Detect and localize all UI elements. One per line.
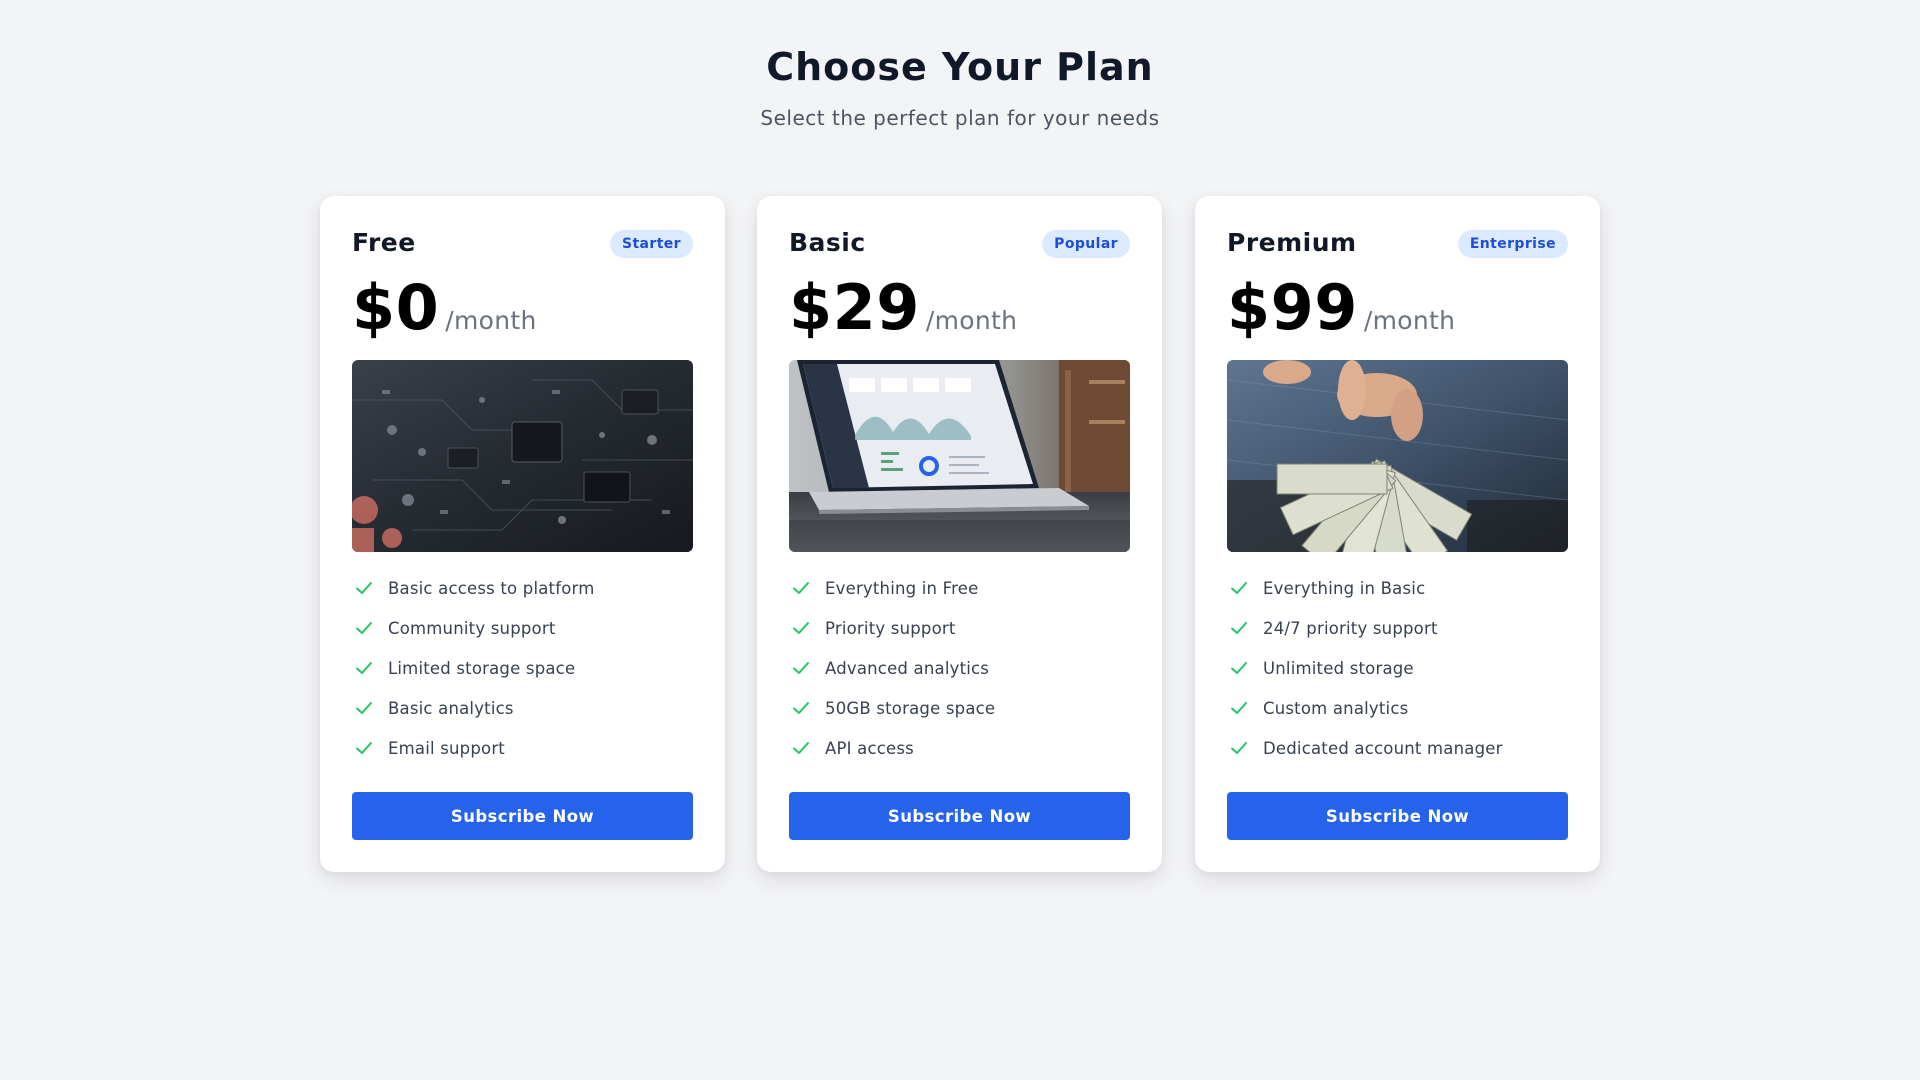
feature-label: Custom analytics [1263, 698, 1409, 718]
feature-item: Unlimited storage [1227, 648, 1568, 688]
feature-label: Everything in Free [825, 578, 979, 598]
laptop-dashboard-graphic [789, 360, 1130, 552]
feature-item: Basic access to platform [352, 568, 693, 608]
plan-card-basic: Basic Popular $29 /month Everything in F… [757, 196, 1162, 872]
circuit-board-graphic [352, 360, 693, 552]
check-icon [1231, 662, 1247, 674]
feature-item: Everything in Free [789, 568, 1130, 608]
feature-item: Community support [352, 608, 693, 648]
price-row: $99 /month [1227, 272, 1455, 344]
plan-price: $99 [1227, 271, 1358, 344]
check-icon [356, 662, 372, 674]
plan-name: Free [352, 228, 416, 257]
feature-label: Unlimited storage [1263, 658, 1414, 678]
price-row: $0 /month [352, 272, 537, 344]
check-icon [1231, 742, 1247, 754]
plan-price: $0 [352, 271, 440, 344]
feature-label: 24/7 priority support [1263, 618, 1438, 638]
feature-label: Email support [388, 738, 505, 758]
price-row: $29 /month [789, 272, 1017, 344]
circuit-board-image [352, 360, 693, 552]
laptop-dashboard-image [789, 360, 1130, 552]
cash-in-hands-image [1227, 360, 1568, 552]
page-subtitle: Select the perfect plan for your needs [760, 106, 1160, 130]
feature-item: Priority support [789, 608, 1130, 648]
check-icon [1231, 702, 1247, 714]
feature-list: Everything in Basic 24/7 priority suppor… [1227, 568, 1568, 768]
feature-label: Priority support [825, 618, 956, 638]
plan-badge: Enterprise [1457, 230, 1568, 258]
check-icon [793, 742, 809, 754]
subscribe-button-free[interactable]: Subscribe Now [352, 792, 693, 840]
plan-badge: Starter [609, 230, 693, 258]
pricing-cards: Free Starter $0 /month Basic access to p… [320, 196, 1600, 872]
feature-item: Email support [352, 728, 693, 768]
plan-card-premium: Premium Enterprise $99 /month Everything… [1195, 196, 1600, 872]
feature-label: Advanced analytics [825, 658, 990, 678]
subscribe-button-basic[interactable]: Subscribe Now [789, 792, 1130, 840]
feature-label: 50GB storage space [825, 698, 996, 718]
feature-item: 24/7 priority support [1227, 608, 1568, 648]
feature-label: Basic access to platform [388, 578, 595, 598]
feature-item: Dedicated account manager [1227, 728, 1568, 768]
plan-price: $29 [789, 271, 920, 344]
check-icon [356, 622, 372, 634]
check-icon [1231, 582, 1247, 594]
plan-name: Premium [1227, 228, 1357, 257]
cash-in-hands-graphic [1227, 360, 1568, 552]
feature-list: Everything in Free Priority support Adva… [789, 568, 1130, 768]
feature-item: Everything in Basic [1227, 568, 1568, 608]
page-title: Choose Your Plan [766, 45, 1154, 89]
plan-period: /month [925, 306, 1018, 335]
check-icon [793, 702, 809, 714]
check-icon [356, 742, 372, 754]
feature-item: Advanced analytics [789, 648, 1130, 688]
plan-badge: Popular [1042, 230, 1130, 258]
plan-name: Basic [789, 228, 866, 257]
check-icon [793, 582, 809, 594]
feature-label: Community support [388, 618, 556, 638]
feature-item: Custom analytics [1227, 688, 1568, 728]
feature-item: Basic analytics [352, 688, 693, 728]
feature-item: Limited storage space [352, 648, 693, 688]
feature-item: 50GB storage space [789, 688, 1130, 728]
check-icon [356, 582, 372, 594]
plan-period: /month [1363, 306, 1456, 335]
check-icon [356, 702, 372, 714]
feature-label: Limited storage space [388, 658, 576, 678]
check-icon [793, 622, 809, 634]
feature-item: API access [789, 728, 1130, 768]
feature-label: Everything in Basic [1263, 578, 1426, 598]
plan-period: /month [445, 306, 537, 335]
check-icon [793, 662, 809, 674]
feature-label: Dedicated account manager [1263, 738, 1503, 758]
check-icon [1231, 622, 1247, 634]
subscribe-button-premium[interactable]: Subscribe Now [1227, 792, 1568, 840]
plan-card-free: Free Starter $0 /month Basic access to p… [320, 196, 725, 872]
feature-list: Basic access to platform Community suppo… [352, 568, 693, 768]
feature-label: Basic analytics [388, 698, 514, 718]
feature-label: API access [825, 738, 914, 758]
